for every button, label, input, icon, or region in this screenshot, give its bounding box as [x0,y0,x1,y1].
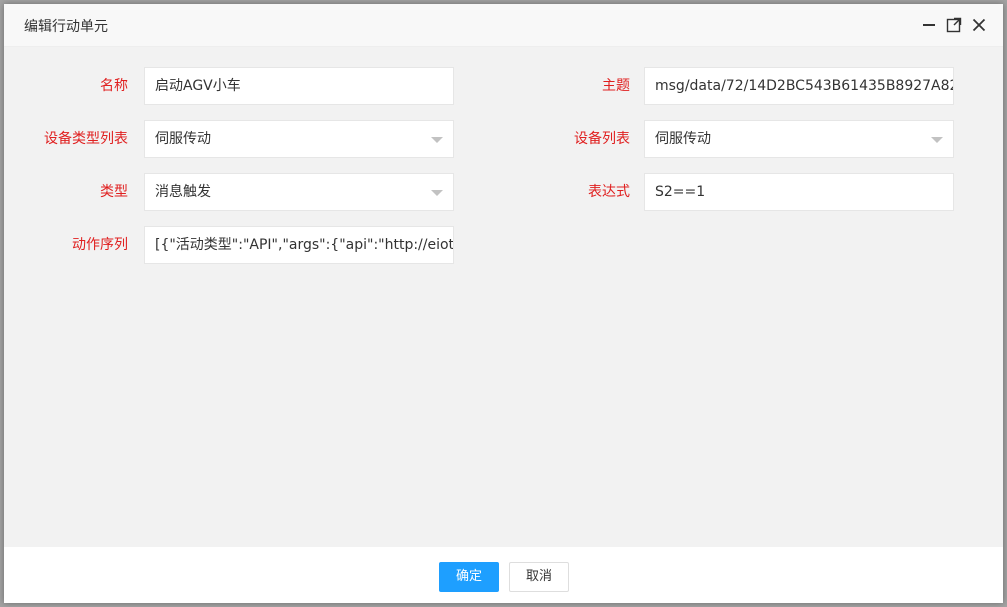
type-label: 类型 [100,184,128,200]
maximize-icon[interactable] [945,16,963,34]
device-list-value: 伺服传动 [655,131,711,147]
device-list-select[interactable]: 伺服传动 [644,120,954,158]
action-sequence-label: 动作序列 [72,237,128,253]
dialog-title: 编辑行动单元 [24,19,108,35]
device-type-list-value: 伺服传动 [155,131,211,147]
chevron-down-icon [431,190,443,196]
device-type-list-select[interactable]: 伺服传动 [144,120,454,158]
expression-input[interactable]: S2==1 [644,173,954,211]
edit-action-unit-dialog: 编辑行动单元 名称 启动AGV小车 主题 msg/data/72/14D2BC5… [4,4,1003,603]
topic-input[interactable]: msg/data/72/14D2BC543B61435B8927A8286B9 [644,67,954,105]
action-sequence-input[interactable]: [{"活动类型":"API","args":{"api":"http://eio… [144,226,454,264]
name-label: 名称 [100,78,128,94]
name-input[interactable]: 启动AGV小车 [144,67,454,105]
confirm-button[interactable]: 确定 [439,562,499,592]
close-icon[interactable] [970,16,988,34]
topic-label: 主题 [602,78,630,94]
minimize-icon[interactable] [920,16,938,34]
type-value: 消息触发 [155,184,211,200]
cancel-button[interactable]: 取消 [509,562,569,592]
chevron-down-icon [431,137,443,143]
dialog-titlebar: 编辑行动单元 [4,4,1003,47]
device-type-list-label: 设备类型列表 [44,131,128,147]
device-list-label: 设备列表 [574,131,630,147]
type-select[interactable]: 消息触发 [144,173,454,211]
dialog-body: 名称 启动AGV小车 主题 msg/data/72/14D2BC543B6143… [4,47,1003,547]
chevron-down-icon [931,137,943,143]
expression-label: 表达式 [588,184,630,200]
dialog-footer: 确定 取消 [4,547,1003,603]
